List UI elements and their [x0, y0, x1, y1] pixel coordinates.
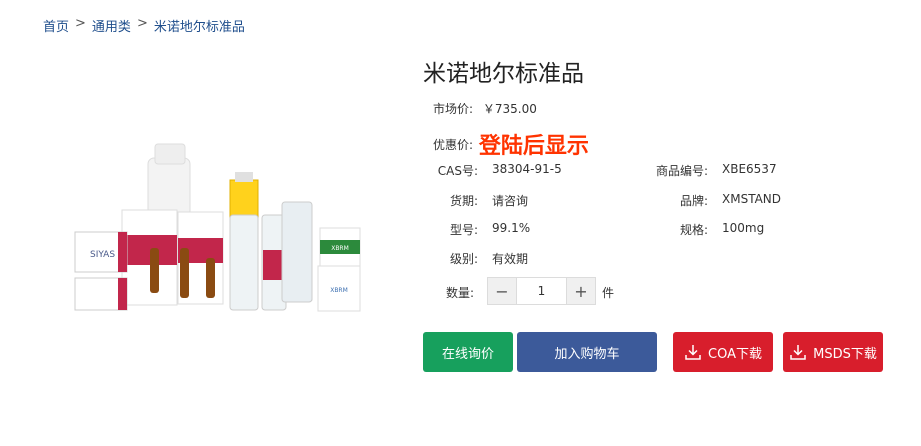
- coa-download-button[interactable]: COA下载: [673, 332, 773, 372]
- breadcrumb-category[interactable]: 通用类: [92, 16, 131, 35]
- download-icon: [790, 345, 806, 360]
- add-to-cart-button[interactable]: 加入购物车: [517, 332, 657, 372]
- spec-label: 品牌:: [679, 194, 708, 208]
- breadcrumb-home[interactable]: 首页: [43, 16, 69, 35]
- online-inquiry-label: 在线询价: [441, 346, 494, 362]
- market-price-label: 市场价:: [433, 102, 474, 116]
- msds-download-button[interactable]: MSDS下载: [783, 332, 883, 372]
- spec-value: 请咨询: [492, 194, 529, 208]
- image-brand-text: XBRM: [330, 287, 348, 294]
- breadcrumb-current[interactable]: 米诺地尔标准品: [154, 16, 245, 35]
- msds-download-label: MSDS下载: [813, 346, 877, 362]
- spec-value: 有效期: [492, 252, 529, 266]
- quantity-label: 数量:: [446, 286, 475, 300]
- market-price-value: ￥735.00: [482, 102, 537, 116]
- spec-value: 38304-91-5: [492, 162, 562, 176]
- promo-price-label: 优惠价:: [433, 137, 474, 152]
- spec-label: 货期:: [449, 194, 478, 208]
- spec-label: 级别:: [449, 252, 478, 266]
- quantity-stepper[interactable]: − 1 +: [487, 277, 596, 305]
- spec-value: XBE6537: [722, 162, 777, 176]
- spec-label: 商品编号:: [655, 164, 708, 178]
- breadcrumb-separator: >: [136, 16, 148, 31]
- spec-value: XMSTAND: [722, 192, 782, 206]
- product-image: XBRM SIYAS XBRM: [74, 143, 361, 312]
- quantity-input[interactable]: 1: [516, 278, 567, 304]
- breadcrumb: 首页 > 通用类 > 米诺地尔标准品: [43, 16, 245, 35]
- breadcrumb-separator: >: [75, 16, 86, 31]
- promo-price-row: 优惠价: 登陆后显示: [433, 128, 589, 160]
- spec-value: 99.1%: [492, 221, 531, 235]
- spec-label: CAS号:: [437, 164, 478, 178]
- image-box-text: SIYAS: [90, 250, 115, 260]
- spec-value: 100mg: [722, 221, 765, 235]
- login-to-see-price[interactable]: 登陆后显示: [479, 134, 589, 159]
- spec-label: 规格:: [679, 223, 708, 237]
- download-icon: [685, 345, 701, 360]
- decrement-button[interactable]: −: [488, 278, 516, 304]
- image-brand-text: XBRM: [331, 245, 349, 252]
- market-price-row: 市场价: ￥735.00: [433, 100, 537, 117]
- quantity-unit: 件: [602, 286, 615, 300]
- coa-download-label: COA下载: [708, 346, 762, 362]
- add-to-cart-label: 加入购物车: [554, 346, 620, 362]
- product-title: 米诺地尔标准品: [423, 61, 584, 87]
- spec-label: 型号:: [449, 223, 478, 237]
- increment-button[interactable]: +: [567, 278, 595, 304]
- online-inquiry-button[interactable]: 在线询价: [423, 332, 513, 372]
